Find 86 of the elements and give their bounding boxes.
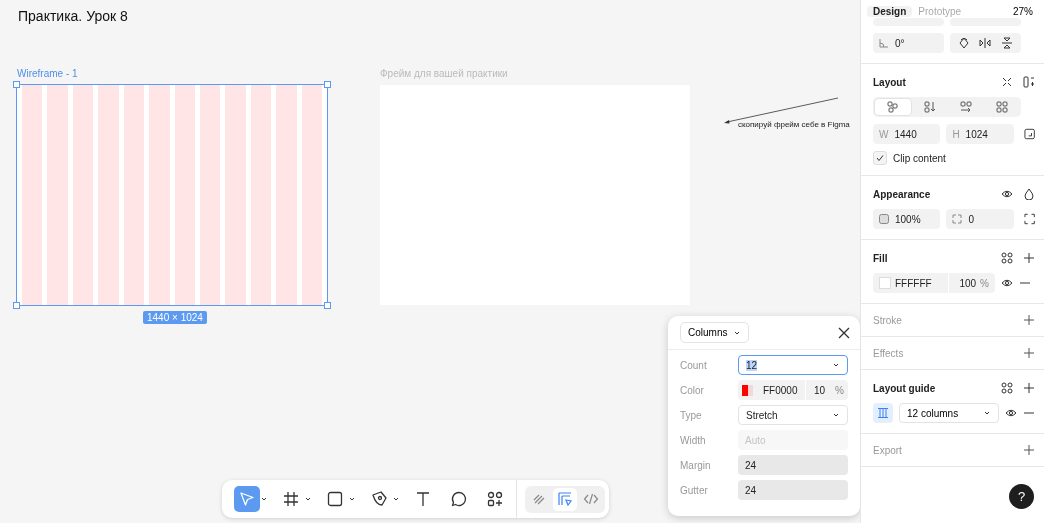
eye-icon[interactable] (1005, 407, 1017, 419)
corner-icon (952, 214, 963, 224)
arrow-right-icon (960, 101, 972, 113)
height-field[interactable]: H 1024 (946, 124, 1014, 144)
speech-bubble-icon (450, 490, 468, 508)
auto-layout-icon[interactable] (1023, 76, 1035, 88)
checkbox[interactable] (873, 151, 887, 165)
checkbox-label: Clip content (893, 152, 946, 164)
rotation-field[interactable]: 0° (873, 33, 944, 53)
close-icon[interactable] (838, 326, 850, 339)
caret-icon (832, 411, 840, 419)
grid-icon (996, 101, 1008, 113)
caret-icon[interactable] (348, 495, 356, 503)
opacity-icon (879, 214, 889, 224)
caret-icon (983, 409, 991, 417)
flip-horizontal-icon[interactable] (979, 37, 992, 49)
check-icon (875, 153, 885, 163)
code-icon (583, 491, 599, 507)
caret-icon[interactable] (392, 495, 400, 503)
size-badge: 1440 × 1024 (143, 311, 207, 324)
section-title: Stroke (873, 314, 902, 326)
add-icon[interactable] (1023, 252, 1035, 264)
corners-icon[interactable] (1023, 213, 1035, 225)
annotation-text: скопируй фрейм себе в Figma (738, 120, 850, 129)
section-title: Layout guide (873, 382, 936, 394)
add-icon[interactable] (1023, 444, 1035, 456)
field-label: Margin (680, 459, 712, 471)
hash-icon (282, 490, 300, 508)
field-label: Type (680, 409, 703, 421)
add-icon[interactable] (1023, 314, 1035, 326)
collapse-icon[interactable] (1001, 76, 1013, 88)
flip-vertical-icon[interactable] (1001, 37, 1014, 49)
arrow-down-icon (924, 101, 936, 113)
section-title: Appearance (873, 188, 931, 200)
columns-icon (877, 407, 889, 419)
resize-handle[interactable] (324, 81, 331, 88)
field-label: Gutter (680, 484, 709, 496)
resize-icon[interactable] (1023, 128, 1035, 140)
add-icon[interactable] (1023, 382, 1035, 394)
zoom-dropdown[interactable]: 27% (1007, 4, 1039, 18)
page-title: Практика. Урок 8 (18, 8, 128, 24)
resize-handle[interactable] (324, 302, 331, 309)
section-title: Layout (873, 76, 906, 88)
eye-icon[interactable] (1001, 188, 1013, 200)
drop-icon[interactable] (1023, 188, 1035, 200)
color-swatch[interactable] (879, 277, 891, 289)
field-label: Color (680, 384, 705, 396)
pointer-icon (238, 490, 256, 508)
rotate-icon[interactable] (957, 37, 970, 49)
input-field[interactable]: 24 (738, 455, 848, 475)
layout-guide-dropdown[interactable]: 12 columns (899, 403, 999, 423)
grid-type-dropdown[interactable]: Columns (680, 322, 750, 343)
corner-radius-field[interactable]: 0 (946, 209, 1014, 229)
caret-icon (832, 361, 840, 369)
caret-icon[interactable] (260, 495, 268, 503)
width-field[interactable]: W 1440 (873, 124, 941, 144)
color-swatch[interactable] (742, 384, 753, 396)
color-field[interactable]: FF0000 10 % (738, 380, 848, 400)
angle-icon (879, 38, 889, 48)
caret-icon[interactable] (304, 495, 312, 503)
help-button[interactable]: ? (1009, 484, 1034, 509)
styles-icon[interactable] (1001, 252, 1013, 264)
add-icon[interactable] (1023, 347, 1035, 359)
section-title: Effects (873, 347, 904, 359)
section-title: Fill (873, 252, 888, 264)
layout-icon (557, 491, 573, 507)
columns-grid-button[interactable] (873, 403, 893, 423)
eye-icon[interactable] (1001, 277, 1013, 289)
field-label: Count (680, 359, 708, 371)
styles-icon[interactable] (1001, 382, 1013, 394)
pen-nib-icon (370, 490, 388, 508)
select-field[interactable]: 12 (738, 355, 848, 375)
section-title: Export (873, 444, 902, 456)
resize-handle[interactable] (13, 302, 20, 309)
square-icon (326, 490, 344, 508)
select-field[interactable]: Stretch (738, 405, 848, 425)
fill-field[interactable]: FFFFFF 100 % (873, 273, 995, 293)
grid-icon (887, 101, 899, 113)
design-mode-button[interactable] (553, 487, 577, 511)
field-label: Width (680, 434, 707, 446)
opacity-field[interactable]: 100% (873, 209, 941, 229)
text-icon (414, 490, 432, 508)
shapes-icon (486, 490, 504, 508)
input-field[interactable]: 24 (738, 480, 848, 500)
panel-tab[interactable]: Design (867, 5, 913, 17)
resize-handle[interactable] (13, 81, 20, 88)
